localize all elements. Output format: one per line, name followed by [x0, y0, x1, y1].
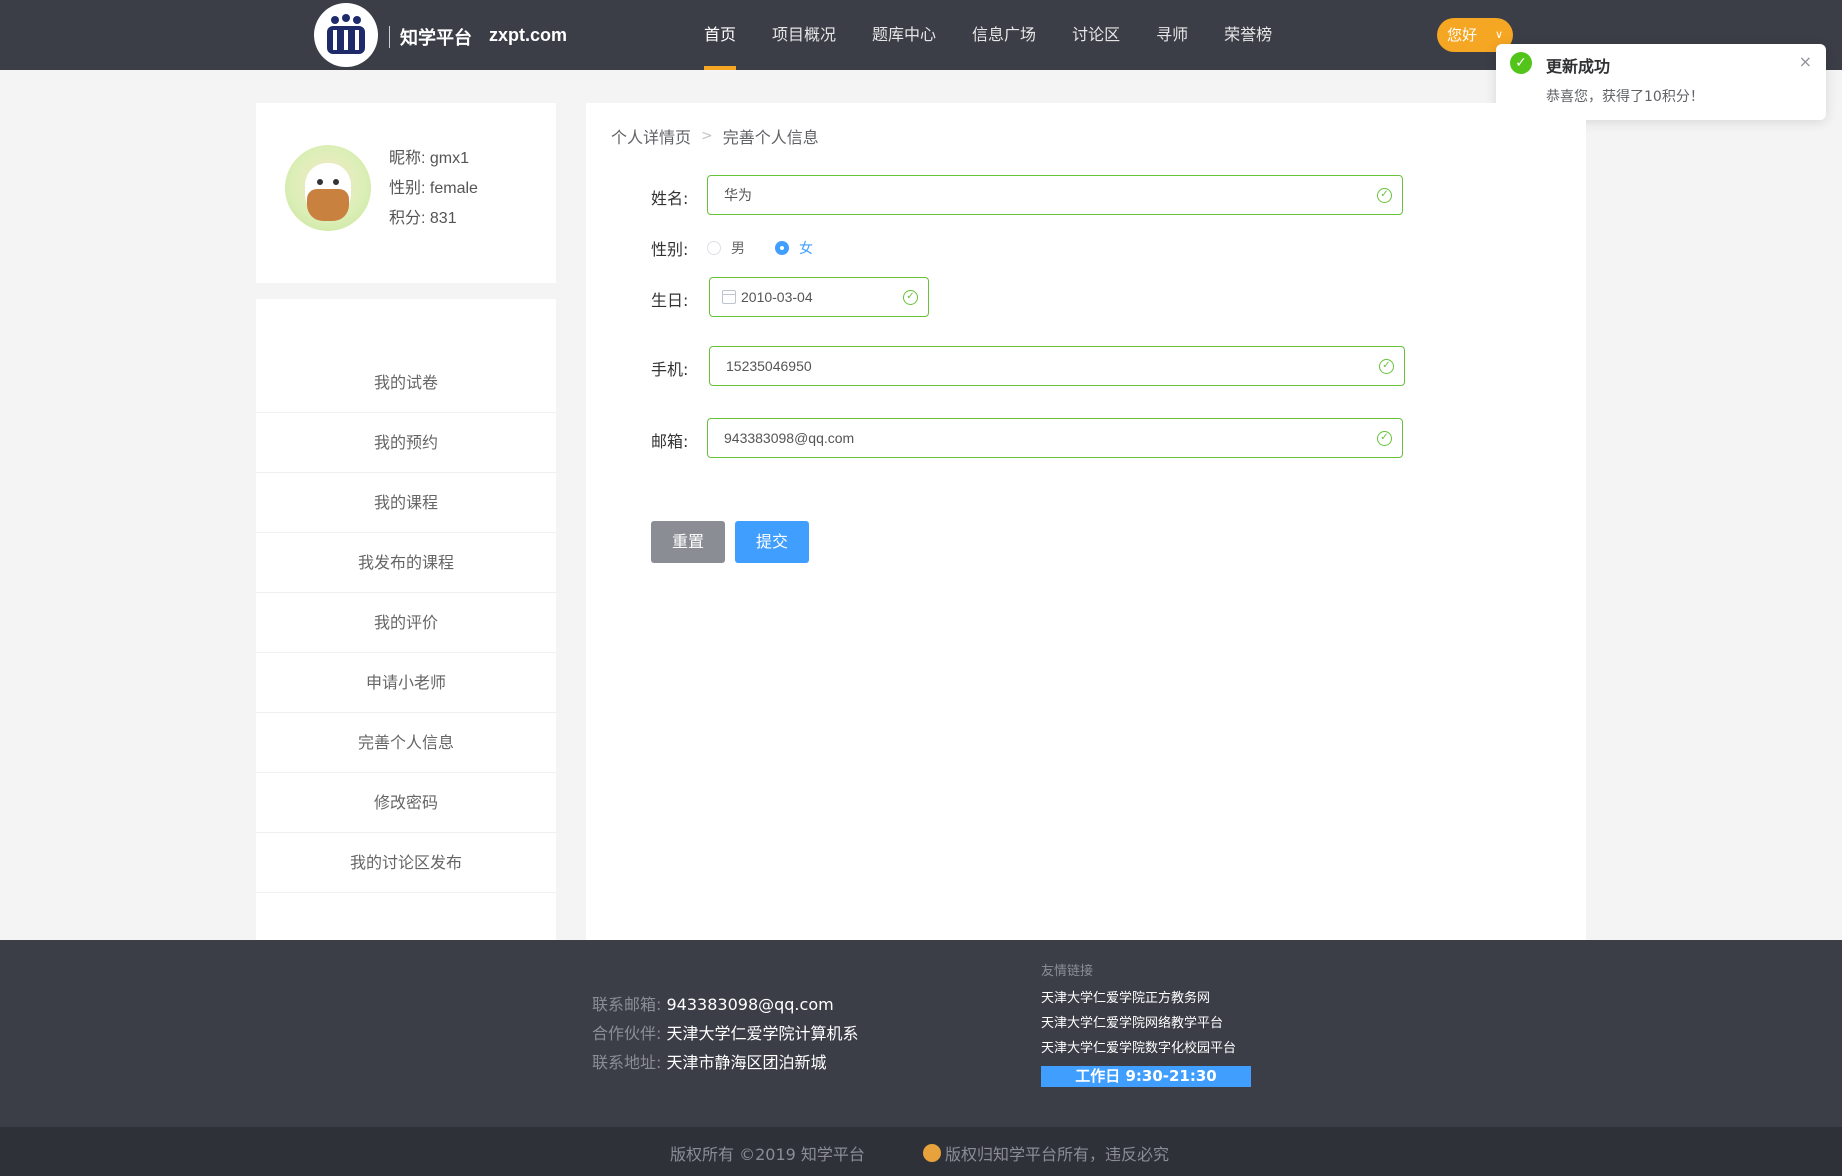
email-value: 943383098@qq.com	[724, 430, 855, 446]
profile-form-panel: 个人详情页 > 完善个人信息 姓名: 华为 ✓ 性别: 男 女 生日: 2010…	[586, 103, 1586, 940]
logo-emblem-icon	[320, 9, 372, 61]
copyright-text: 版权所有 ©2019 知学平台	[670, 1145, 865, 1164]
footer-contact: 联系邮箱: 943383098@qq.com 合作伙伴: 天津大学仁爱学院计算机…	[592, 990, 859, 1077]
gender-radio-male[interactable]: 男	[707, 238, 745, 258]
breadcrumb: 个人详情页 > 完善个人信息	[611, 124, 819, 148]
logo[interactable]	[314, 3, 378, 67]
user-menu-label: 您好	[1447, 26, 1478, 44]
birthday-label: 生日:	[651, 291, 689, 310]
sidebar-menu: 我的试卷 我的预约 我的课程 我发布的课程 我的评价 申请小老师 完善个人信息 …	[256, 353, 556, 893]
avatar-eye	[317, 179, 323, 185]
email-label: 邮箱:	[651, 432, 689, 451]
nav-info-square[interactable]: 信息广场	[954, 0, 1054, 70]
partner-key: 合作伙伴:	[592, 1024, 662, 1043]
nav-honor-roll[interactable]: 荣誉榜	[1206, 0, 1290, 70]
gender-option-female: 女	[799, 241, 813, 257]
avatar-hair	[307, 189, 349, 221]
nav-discussion[interactable]: 讨论区	[1054, 0, 1138, 70]
gender-radio-female[interactable]: 女	[775, 238, 813, 258]
calendar-icon	[722, 290, 736, 304]
profile-nickname: 昵称: gmx1	[389, 150, 470, 167]
submit-button[interactable]: 提交	[735, 521, 809, 563]
footer-link-digital-campus[interactable]: 天津大学仁爱学院数字化校园平台	[1041, 1036, 1236, 1061]
reset-button[interactable]: 重置	[651, 521, 725, 563]
birthday-date-picker[interactable]: 2010-03-04 ✓	[709, 277, 929, 317]
sidebar-item-my-papers[interactable]: 我的试卷	[256, 353, 556, 413]
birthday-value: 2010-03-04	[741, 289, 813, 305]
gender-option-male: 男	[731, 241, 745, 257]
contact-email-value: 943383098@qq.com	[666, 995, 834, 1014]
profile-card: 昵称: gmx1 性别: female 积分: 831	[256, 103, 556, 283]
sidebar-item-my-reviews[interactable]: 我的评价	[256, 593, 556, 653]
sidebar-item-change-password[interactable]: 修改密码	[256, 773, 556, 833]
breadcrumb-parent[interactable]: 个人详情页	[611, 124, 691, 148]
avatar	[285, 145, 371, 231]
sidebar-item-complete-profile[interactable]: 完善个人信息	[256, 713, 556, 773]
footer-link-online-teaching[interactable]: 天津大学仁爱学院网络教学平台	[1041, 1011, 1236, 1036]
copyright-notice-text: 版权归知学平台所有，违反必究	[945, 1145, 1170, 1164]
nav-find-tutor[interactable]: 寻师	[1138, 0, 1206, 70]
brand-name: 知学平台	[400, 28, 472, 49]
main-nav: 首页 项目概况 题库中心 信息广场 讨论区 寻师 荣誉榜	[686, 0, 1290, 70]
avatar-eye	[333, 179, 339, 185]
footer-link-academic-affairs[interactable]: 天津大学仁爱学院正方教务网	[1041, 986, 1236, 1011]
check-circle-icon: ✓	[1510, 52, 1532, 74]
friendly-links: 友情链接 天津大学仁爱学院正方教务网 天津大学仁爱学院网络教学平台 天津大学仁爱…	[1041, 960, 1236, 1061]
breadcrumb-current: 完善个人信息	[722, 128, 819, 147]
brand-domain: zxpt.com	[489, 25, 568, 45]
profile-gender: 性别: female	[389, 180, 478, 197]
sidebar-item-my-courses[interactable]: 我的课程	[256, 473, 556, 533]
check-circle-icon: ✓	[1379, 359, 1394, 374]
nav-home[interactable]: 首页	[686, 0, 754, 70]
name-field[interactable]: 华为 ✓	[707, 175, 1403, 215]
nav-project-overview[interactable]: 项目概况	[754, 0, 854, 70]
phone-label: 手机:	[651, 360, 689, 379]
chevron-right-icon: >	[701, 128, 713, 144]
close-icon[interactable]: ×	[1799, 52, 1812, 71]
working-hours-badge: 工作日 9:30-21:30	[1041, 1066, 1251, 1087]
gender-label: 性别:	[651, 240, 689, 259]
sidebar-item-apply-tutor[interactable]: 申请小老师	[256, 653, 556, 713]
profile-info: 昵称: gmx1 性别: female 积分: 831	[389, 144, 478, 234]
partner-value: 天津大学仁爱学院计算机系	[666, 1024, 859, 1043]
address-key: 联系地址:	[592, 1053, 662, 1072]
radio-checked-icon	[775, 241, 789, 255]
check-circle-icon: ✓	[1377, 188, 1392, 203]
sidebar-item-published-courses[interactable]: 我发布的课程	[256, 533, 556, 593]
email-field[interactable]: 943383098@qq.com ✓	[707, 418, 1403, 458]
address-value: 天津市静海区团泊新城	[666, 1053, 827, 1072]
copyright-bar: 版权所有 ©2019 知学平台 版权归知学平台所有，违反必究	[0, 1127, 1842, 1176]
sidebar: 我的试卷 我的预约 我的课程 我发布的课程 我的评价 申请小老师 完善个人信息 …	[256, 299, 556, 940]
sidebar-item-my-discussion-posts[interactable]: 我的讨论区发布	[256, 833, 556, 893]
toast-title: 更新成功	[1546, 57, 1611, 76]
profile-points: 积分: 831	[389, 210, 457, 227]
name-value: 华为	[724, 187, 752, 203]
check-circle-icon: ✓	[903, 290, 918, 305]
check-circle-icon: ✓	[1377, 431, 1392, 446]
links-title: 友情链接	[1041, 964, 1094, 979]
copyright-notice: 版权归知学平台所有，违反必究	[923, 1141, 1169, 1165]
name-label: 姓名:	[651, 189, 689, 208]
phone-value: 15235046950	[726, 358, 812, 374]
police-badge-icon	[923, 1144, 941, 1162]
logo-divider	[389, 26, 390, 48]
phone-field[interactable]: 15235046950 ✓	[709, 346, 1405, 386]
nav-question-bank[interactable]: 题库中心	[854, 0, 954, 70]
footer: 联系邮箱: 943383098@qq.com 合作伙伴: 天津大学仁爱学院计算机…	[0, 940, 1842, 1127]
radio-unchecked-icon	[707, 241, 721, 255]
sidebar-item-my-appointments[interactable]: 我的预约	[256, 413, 556, 473]
contact-email-key: 联系邮箱:	[592, 995, 662, 1014]
